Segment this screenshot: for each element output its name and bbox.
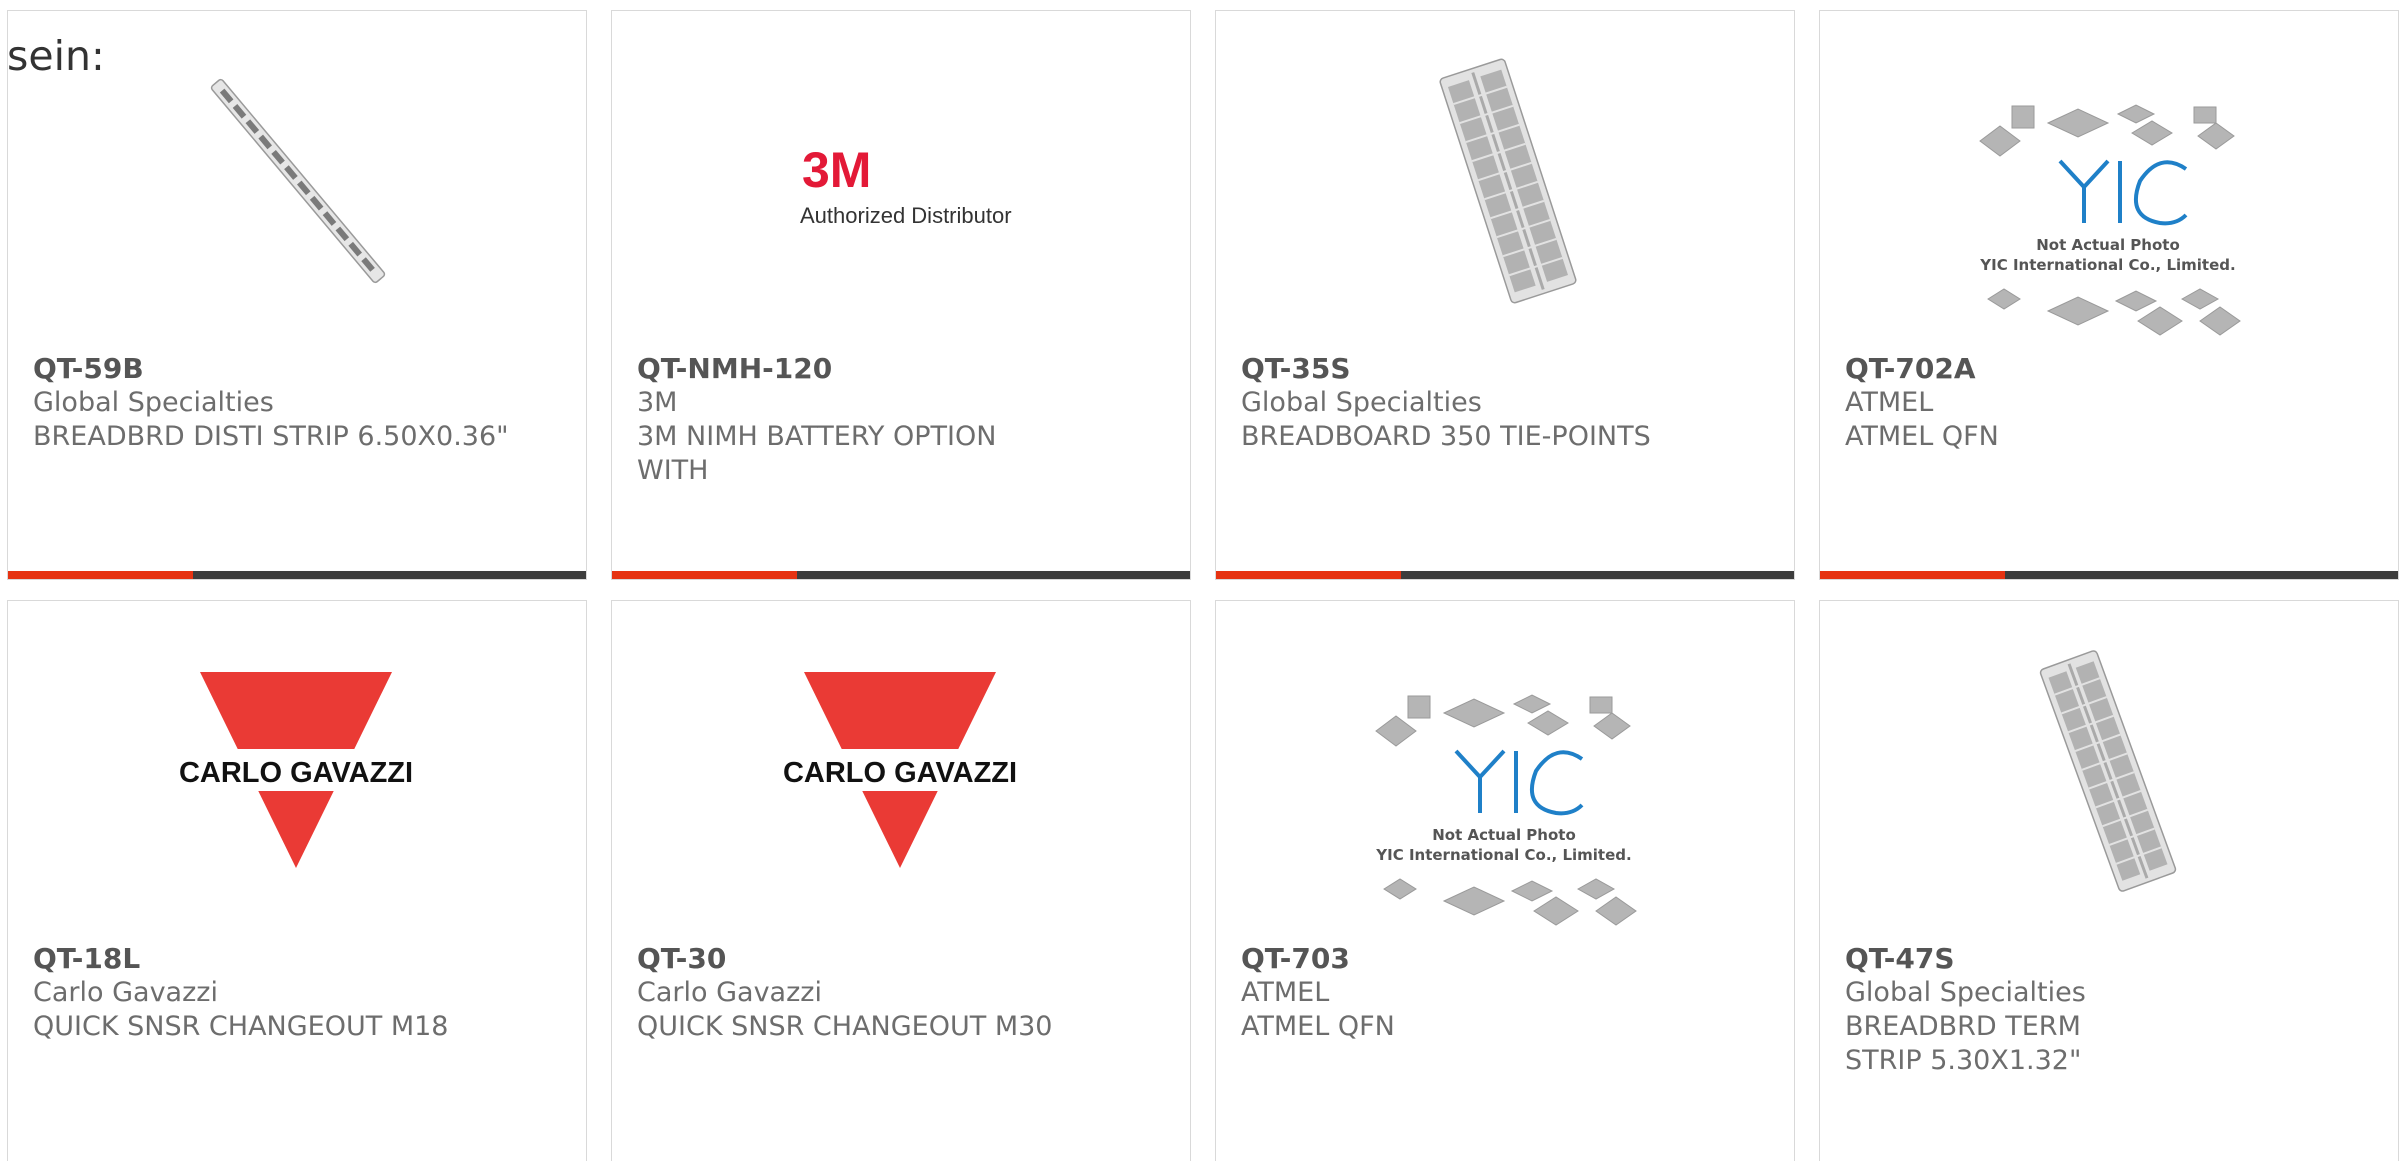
description: QUICK SNSR CHANGEOUT M18: [33, 1011, 449, 1042]
3m-logo: 3M: [802, 142, 871, 198]
manufacturer: Carlo Gavazzi: [637, 977, 822, 1008]
progress-bar: [8, 571, 586, 579]
progress-bar: [1820, 571, 2398, 579]
image-caption: YIC International Co., Limited.: [1979, 256, 2235, 274]
image-caption: Not Actual Photo: [2036, 236, 2180, 254]
product-card[interactable]: QT-59B Global Specialties BREADBRD DISTI…: [7, 10, 587, 580]
image-caption: YIC International Co., Limited.: [1375, 846, 1631, 864]
3m-logo-subtext: Authorized Distributor: [800, 203, 1012, 228]
progress-fill: [1820, 571, 2005, 579]
product-card[interactable]: QT-47S Global Specialties BREADBRD TERM …: [1819, 600, 2399, 1161]
product-info: QT-59B Global Specialties BREADBRD DISTI…: [33, 352, 566, 454]
manufacturer: ATMEL: [1241, 977, 1330, 1008]
product-card[interactable]: Not Actual Photo YIC International Co., …: [1215, 600, 1795, 1161]
part-number[interactable]: QT-703: [1241, 942, 1774, 976]
description: BREADBRD TERM STRIP 5.30X1.32": [1845, 1011, 2082, 1076]
progress-bar: [612, 571, 1190, 579]
product-image-yic-placeholder[interactable]: Not Actual Photo YIC International Co., …: [1216, 601, 1793, 941]
manufacturer: Global Specialties: [1241, 387, 1482, 418]
carlo-gavazzi-logo: CARLO GAVAZZI: [179, 757, 413, 789]
description: BREADBOARD 350 TIE-POINTS: [1241, 421, 1651, 452]
product-grid-page: sein: QT-59B Global Specialties BREADBRD…: [0, 0, 2400, 1161]
part-number[interactable]: QT-18L: [33, 942, 566, 976]
part-number[interactable]: QT-35S: [1241, 352, 1774, 386]
product-card[interactable]: CARLO GAVAZZI QT-18L Carlo Gavazzi QUICK…: [7, 600, 587, 1161]
manufacturer: Global Specialties: [1845, 977, 2086, 1008]
progress-fill: [612, 571, 797, 579]
part-number[interactable]: QT-47S: [1845, 942, 2378, 976]
product-info: QT-18L Carlo Gavazzi QUICK SNSR CHANGEOU…: [33, 942, 566, 1044]
progress-fill: [1216, 571, 1401, 579]
intro-text: sein:: [7, 32, 105, 80]
image-caption: Not Actual Photo: [1432, 826, 1576, 844]
progress-bar: [1216, 571, 1794, 579]
product-card[interactable]: CARLO GAVAZZI QT-30 Carlo Gavazzi QUICK …: [611, 600, 1191, 1161]
manufacturer: Global Specialties: [33, 387, 274, 418]
part-number[interactable]: QT-30: [637, 942, 1170, 976]
description: BREADBRD DISTI STRIP 6.50X0.36": [33, 421, 509, 452]
progress-fill: [8, 571, 193, 579]
carlo-gavazzi-logo: CARLO GAVAZZI: [783, 757, 1017, 789]
product-image-yic-placeholder[interactable]: Not Actual Photo YIC International Co., …: [1820, 11, 2397, 351]
product-image-carlo-gavazzi-logo[interactable]: CARLO GAVAZZI: [612, 601, 1189, 941]
product-info: QT-702A ATMEL ATMEL QFN: [1845, 352, 2378, 454]
product-card[interactable]: 3M Authorized Distributor QT-NMH-120 3M …: [611, 10, 1191, 580]
description: ATMEL QFN: [1845, 421, 1999, 452]
product-card[interactable]: Not Actual Photo YIC International Co., …: [1819, 10, 2399, 580]
part-number[interactable]: QT-702A: [1845, 352, 2378, 386]
product-info: QT-30 Carlo Gavazzi QUICK SNSR CHANGEOUT…: [637, 942, 1170, 1044]
product-info: QT-NMH-120 3M 3M NIMH BATTERY OPTION WIT…: [637, 352, 1170, 488]
description: QUICK SNSR CHANGEOUT M30: [637, 1011, 1053, 1042]
product-image-breadboard[interactable]: [1820, 601, 2397, 941]
part-number[interactable]: QT-59B: [33, 352, 566, 386]
product-image-breadboard[interactable]: [1216, 11, 1793, 351]
part-number[interactable]: QT-NMH-120: [637, 352, 1170, 386]
description: 3M NIMH BATTERY OPTION WITH: [637, 421, 997, 486]
product-card[interactable]: QT-35S Global Specialties BREADBOARD 350…: [1215, 10, 1795, 580]
manufacturer: Carlo Gavazzi: [33, 977, 218, 1008]
product-image-3m-logo[interactable]: 3M Authorized Distributor: [612, 11, 1189, 351]
product-image-carlo-gavazzi-logo[interactable]: CARLO GAVAZZI: [8, 601, 585, 941]
manufacturer: 3M: [637, 387, 678, 418]
description: ATMEL QFN: [1241, 1011, 1395, 1042]
product-info: QT-47S Global Specialties BREADBRD TERM …: [1845, 942, 2378, 1078]
product-info: QT-703 ATMEL ATMEL QFN: [1241, 942, 1774, 1044]
manufacturer: ATMEL: [1845, 387, 1934, 418]
product-info: QT-35S Global Specialties BREADBOARD 350…: [1241, 352, 1774, 454]
